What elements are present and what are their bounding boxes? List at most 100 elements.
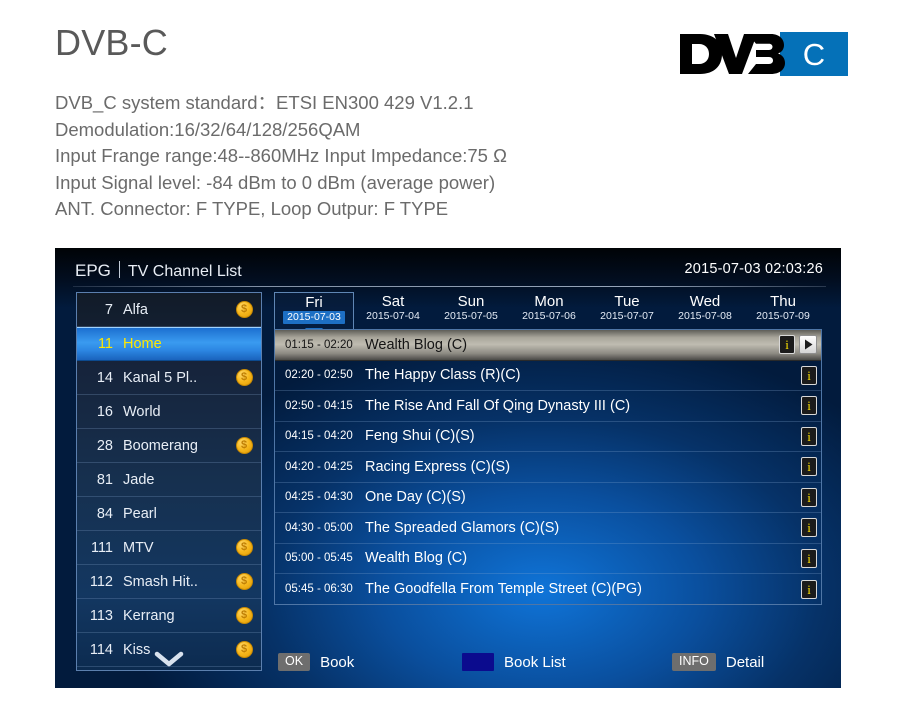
channel-list-item[interactable]: 111 MTV $ (77, 531, 261, 565)
channel-number: 28 (96, 437, 113, 454)
day-tab-sun[interactable]: Sun 2015-07-05 (432, 292, 510, 329)
channel-list-item[interactable]: 81 Jade (77, 463, 261, 497)
epg-sub-label: TV Channel List (127, 263, 242, 280)
spec-line: Input Frange range:48--860MHz Input Impe… (55, 145, 507, 166)
day-tab-name: Mon (534, 293, 564, 310)
program-row[interactable]: 02:20 - 02:50 The Happy Class (R)(C) i (275, 361, 821, 391)
program-row[interactable]: 04:15 - 04:20 Feng Shui (C)(S) i (275, 422, 821, 452)
scrambled-coin-icon: $ (235, 607, 253, 624)
program-actions: i (779, 335, 821, 355)
channel-list-item[interactable]: 16 World (77, 395, 261, 429)
program-title: The Goodfella From Temple Street (C)(PG) (365, 581, 642, 598)
channel-number: 16 (96, 403, 113, 420)
program-time: 05:00 - 05:45 (285, 552, 353, 565)
scrambled-coin-icon: $ (235, 369, 253, 386)
day-tab-date: 2015-07-07 (600, 310, 654, 322)
info-icon[interactable]: i (779, 335, 795, 355)
legend-book[interactable]: OK Book (278, 650, 354, 674)
channel-lock-slot: $ (227, 301, 261, 318)
channel-lock-slot: $ (227, 573, 261, 590)
info-icon[interactable]: i (801, 518, 817, 538)
day-tab-name: Sun (457, 293, 485, 310)
info-icon[interactable]: i (801, 396, 817, 416)
day-tab-date: 2015-07-04 (366, 310, 420, 322)
day-tab-date: 2015-07-09 (756, 310, 810, 322)
program-row[interactable]: 04:25 - 04:30 One Day (C)(S) i (275, 483, 821, 513)
info-icon[interactable]: i (801, 426, 817, 446)
epg-breadcrumb: EPG TV Channel List (75, 259, 242, 281)
day-tabs[interactable]: Fri 2015-07-03 Sat 2015-07-04 Sun 2015-0… (274, 292, 822, 338)
legend-book-list[interactable]: Book List (462, 650, 566, 674)
program-title: Racing Express (C)(S) (365, 458, 511, 475)
channel-name: Home (123, 336, 162, 352)
channel-list-item-selected[interactable]: 11 Home (77, 327, 261, 361)
ok-key-badge: OK (278, 653, 311, 671)
info-icon[interactable]: i (801, 579, 817, 599)
program-actions: i (801, 579, 821, 599)
breadcrumb-divider (118, 261, 120, 278)
channel-lock-slot: $ (227, 369, 261, 386)
channel-lock-slot: $ (227, 607, 261, 624)
program-time: 04:20 - 04:25 (285, 460, 353, 473)
program-row[interactable]: 05:45 - 06:30 The Goodfella From Temple … (275, 574, 821, 604)
day-tab-sat[interactable]: Sat 2015-07-04 (354, 292, 432, 329)
program-row[interactable]: 05:00 - 05:45 Wealth Blog (C) i (275, 544, 821, 574)
header-divider (73, 286, 826, 287)
program-list[interactable]: 01:15 - 02:20 Wealth Blog (C) i 02:20 - … (274, 329, 822, 605)
channel-name: Jade (123, 471, 155, 488)
detail-label: Detail (725, 653, 765, 671)
program-row-current[interactable]: 01:15 - 02:20 Wealth Blog (C) i (275, 330, 821, 361)
channel-list-item[interactable]: 7 Alfa $ (77, 293, 261, 327)
program-actions: i (801, 457, 821, 477)
day-tab-date: 2015-07-06 (522, 310, 576, 322)
day-tab-tue[interactable]: Tue 2015-07-07 (588, 292, 666, 329)
program-row[interactable]: 04:30 - 05:00 The Spreaded Glamors (C)(S… (275, 513, 821, 544)
info-icon[interactable]: i (801, 457, 817, 477)
legend-detail[interactable]: INFO Detail (672, 650, 764, 674)
scrambled-coin-icon: $ (235, 437, 253, 454)
day-tab-name: Sat (381, 293, 405, 310)
day-tab-date: 2015-07-05 (444, 310, 498, 322)
chevron-down-icon[interactable] (77, 648, 261, 670)
program-title: The Happy Class (R)(C) (365, 367, 521, 384)
channel-list-item[interactable]: 112 Smash Hit.. $ (77, 565, 261, 599)
epg-label: EPG (75, 261, 111, 280)
program-time: 04:15 - 04:20 (285, 430, 353, 443)
program-row[interactable]: 02:50 - 04:15 The Rise And Fall Of Qing … (275, 391, 821, 422)
program-time: 04:25 - 04:30 (285, 491, 353, 504)
program-actions: i (801, 365, 821, 385)
channel-name: Pearl (123, 505, 157, 522)
channel-list-item[interactable]: 28 Boomerang $ (77, 429, 261, 463)
channel-list[interactable]: 7 Alfa $ 11 Home 14 Kanal 5 Pl.. $ 16 Wo… (76, 292, 262, 671)
channel-list-item[interactable]: 113 Kerrang $ (77, 599, 261, 633)
channel-lock-slot: $ (227, 437, 261, 454)
program-actions: i (801, 487, 821, 507)
info-icon[interactable]: i (801, 548, 817, 568)
day-tab-wed[interactable]: Wed 2015-07-08 (666, 292, 744, 329)
program-time: 01:15 - 02:20 (285, 338, 353, 351)
day-tab-name: Fri (305, 294, 323, 311)
info-icon[interactable]: i (801, 365, 817, 385)
day-tab-thu[interactable]: Thu 2015-07-09 (744, 292, 822, 329)
clock-display: 2015-07-03 02:03:26 (684, 261, 823, 277)
channel-number: 11 (97, 336, 113, 352)
channel-name: Boomerang (123, 437, 198, 454)
play-icon[interactable] (799, 335, 817, 355)
scrambled-coin-icon: $ (235, 573, 253, 590)
program-row[interactable]: 04:20 - 04:25 Racing Express (C)(S) i (275, 452, 821, 483)
program-actions: i (801, 548, 821, 568)
info-icon[interactable]: i (801, 487, 817, 507)
program-actions: i (801, 396, 821, 416)
book-list-label: Book List (504, 653, 566, 671)
channel-name: Alfa (123, 301, 148, 318)
channel-list-item[interactable]: 14 Kanal 5 Pl.. $ (77, 361, 261, 395)
dvb-logo: C (678, 32, 848, 76)
spec-header: DVB-C DVB_C system standard：ETSI EN300 4… (0, 0, 900, 248)
day-tab-mon[interactable]: Mon 2015-07-06 (510, 292, 588, 329)
channel-list-item[interactable]: 84 Pearl (77, 497, 261, 531)
channel-number: 84 (96, 505, 113, 522)
day-tab-fri[interactable]: Fri 2015-07-03 (274, 292, 354, 338)
program-time: 05:45 - 06:30 (285, 583, 353, 596)
epg-panel: EPG TV Channel List 2015-07-03 02:03:26 … (55, 248, 841, 688)
program-title: Feng Shui (C)(S) (365, 428, 475, 445)
